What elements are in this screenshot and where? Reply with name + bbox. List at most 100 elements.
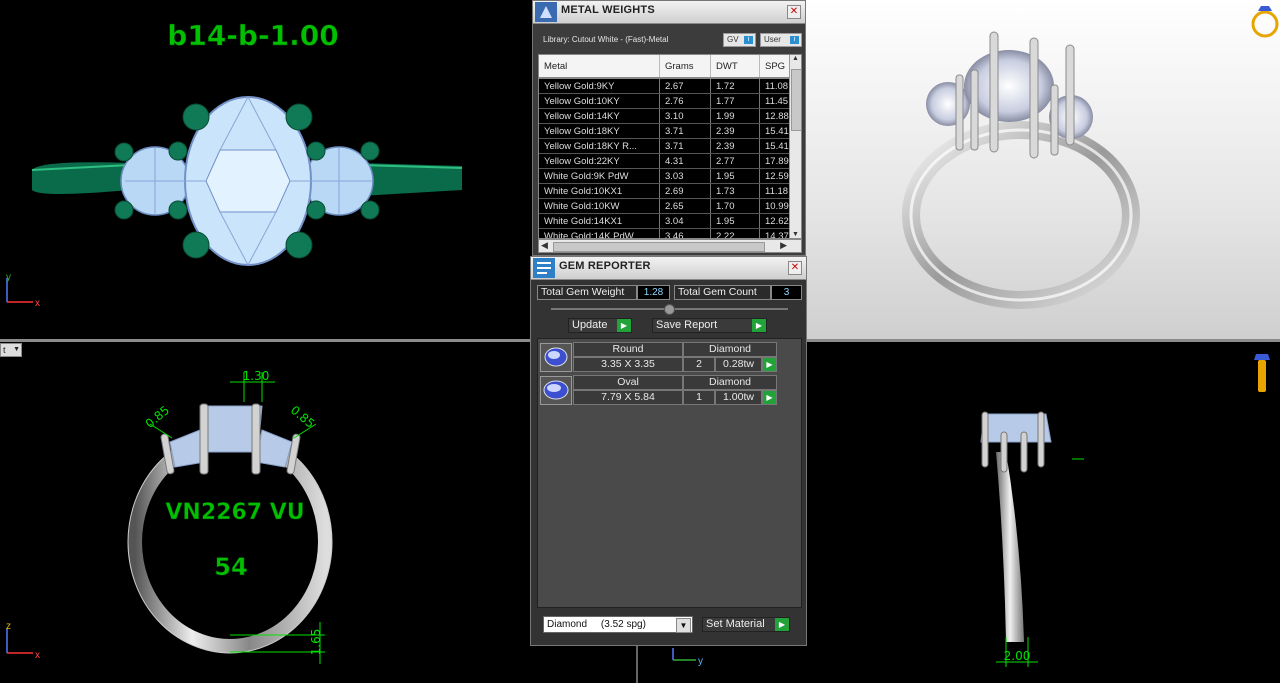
table-cell: 1.73 <box>710 183 760 199</box>
table-cell: White Gold:14K PdW <box>539 228 660 238</box>
table-cell: 2.77 <box>710 153 760 169</box>
table-cell: White Gold:14KX1 <box>539 213 660 229</box>
table-row[interactable]: Yellow Gold:18KY R... 3.71 2.39 15.41 <box>539 138 801 154</box>
table-cell: 3.71 <box>659 138 711 154</box>
svg-text:y: y <box>698 656 703 667</box>
column-header[interactable]: DWT <box>710 55 760 79</box>
round-gem-icon <box>540 343 572 372</box>
table-cell: Yellow Gold:18KY R... <box>539 138 660 154</box>
table-row[interactable]: Yellow Gold:10KY 2.76 1.77 11.45 <box>539 93 801 109</box>
gv-toggle[interactable]: GV i <box>723 33 756 47</box>
table-cell: 1.99 <box>710 108 760 124</box>
total-gem-weight-label: Total Gem Weight <box>537 285 637 300</box>
ring-size-text: 54 <box>214 553 247 581</box>
svg-text:z: z <box>6 621 11 632</box>
play-icon: ▶ <box>617 319 631 332</box>
metal-weights-panel: METAL WEIGHTS ✕ Library: Cutout White - … <box>532 0 806 256</box>
table-row[interactable]: White Gold:10KW 2.65 1.70 10.99 <box>539 198 801 214</box>
svg-text:x: x <box>35 298 40 309</box>
column-header[interactable]: Grams <box>659 55 711 79</box>
table-cell: Yellow Gold:22KY <box>539 153 660 169</box>
set-material-button[interactable]: Set Material ▶ <box>702 617 790 632</box>
gem-size: 3.35 X 3.35 <box>573 357 683 372</box>
table-cell: 2.65 <box>659 198 711 214</box>
close-icon[interactable]: ✕ <box>787 5 801 19</box>
table-cell: 2.69 <box>659 183 711 199</box>
table-cell: Yellow Gold:10KY <box>539 93 660 109</box>
splitter-handle[interactable] <box>664 304 675 315</box>
gem-select-button[interactable]: ▶ <box>762 390 777 405</box>
table-vertical-scrollbar[interactable]: ▲ ▼ <box>789 55 801 238</box>
dim-bottom-thickness: 1.65 <box>309 629 323 656</box>
table-cell: White Gold:10KX1 <box>539 183 660 199</box>
play-icon: ▶ <box>752 319 766 332</box>
gem-count: 1 <box>683 390 715 405</box>
close-icon[interactable]: ✕ <box>788 261 802 275</box>
table-cell: 2.67 <box>659 78 711 94</box>
table-cell: 2.39 <box>710 123 760 139</box>
ring-icon-side <box>1254 354 1270 392</box>
update-button[interactable]: Update ▶ <box>568 318 632 333</box>
front-viewport[interactable]: VN2267 VU 54 1.30 0.85 0.85 1.65 z x t ▼ <box>0 342 532 683</box>
gem-row-oval[interactable]: Oval 7.79 X 5.84 Diamond 1 1.00tw ▶ <box>540 375 780 407</box>
gem-count: 2 <box>683 357 715 372</box>
material-select[interactable]: Diamond (3.52 spg) ▼ <box>543 616 693 633</box>
table-row[interactable]: White Gold:14K PdW 3.46 2.22 14.37 <box>539 228 801 238</box>
table-cell: 3.04 <box>659 213 711 229</box>
table-cell: 2.76 <box>659 93 711 109</box>
table-cell: White Gold:10KW <box>539 198 660 214</box>
column-header[interactable]: Metal <box>539 55 660 79</box>
gem-row-round[interactable]: Round 3.35 X 3.35 Diamond 2 0.28tw ▶ <box>540 342 780 374</box>
gem-weight: 1.00tw <box>715 390 762 405</box>
table-row[interactable]: Yellow Gold:9KY 2.67 1.72 11.08 <box>539 78 801 94</box>
ring-icon-persp <box>1251 6 1279 38</box>
metal-weights-titlebar[interactable]: METAL WEIGHTS ✕ <box>533 1 805 24</box>
gem-reporter-titlebar[interactable]: GEM REPORTER ✕ <box>531 257 806 280</box>
axis-gizmo-top: y x <box>6 272 40 309</box>
table-cell: 3.71 <box>659 123 711 139</box>
table-cell: 3.03 <box>659 168 711 184</box>
top-viewport[interactable]: b14-b-1.00 y x <box>0 0 532 340</box>
gem-shape: Round <box>573 342 683 357</box>
table-cell: Yellow Gold:18KY <box>539 123 660 139</box>
axis-gizmo-front: z x <box>6 621 40 661</box>
engraving-text: VN2267 VU <box>165 500 304 525</box>
gem-select-button[interactable]: ▶ <box>762 357 777 372</box>
total-gem-count-value: 3 <box>771 285 802 300</box>
table-row[interactable]: Yellow Gold:14KY 3.10 1.99 12.88 <box>539 108 801 124</box>
total-gem-count-label: Total Gem Count <box>674 285 771 300</box>
table-cell: 1.72 <box>710 78 760 94</box>
table-cell: Yellow Gold:14KY <box>539 108 660 124</box>
table-row[interactable]: White Gold:9K PdW 3.03 1.95 12.59 <box>539 168 801 184</box>
svg-text:y: y <box>6 272 11 283</box>
table-cell: 3.10 <box>659 108 711 124</box>
side-axis-gizmo: y <box>672 648 712 673</box>
table-row[interactable]: White Gold:10KX1 2.69 1.73 11.18 <box>539 183 801 199</box>
side-viewport[interactable]: 2.00 <box>806 342 1280 683</box>
table-row[interactable]: Yellow Gold:22KY 4.31 2.77 17.89 <box>539 153 801 169</box>
gem-list[interactable]: Round 3.35 X 3.35 Diamond 2 0.28tw ▶ Ova… <box>537 338 802 608</box>
gem-size: 7.79 X 5.84 <box>573 390 683 405</box>
table-cell: 4.31 <box>659 153 711 169</box>
user-toggle[interactable]: User i <box>760 33 802 47</box>
table-row[interactable]: White Gold:14KX1 3.04 1.95 12.62 <box>539 213 801 229</box>
save-report-button[interactable]: Save Report ▶ <box>652 318 767 333</box>
dim-left-prong: 0.85 <box>143 403 172 431</box>
metal-table[interactable]: Metal Grams DWT SPG Yellow Gold:9KY 2.67 1.72… <box>538 54 802 239</box>
top-view-drawing: b14-b-1.00 y x <box>6 19 463 309</box>
gem-material: Diamond <box>683 342 777 357</box>
gem-weight: 0.28tw <box>715 357 762 372</box>
table-cell: 1.70 <box>710 198 760 214</box>
table-cell: Yellow Gold:9KY <box>539 78 660 94</box>
table-horizontal-scrollbar[interactable]: ◀ ▶ <box>538 239 802 253</box>
perspective-ring-render <box>902 6 1279 309</box>
dim-right-prong: 0.85 <box>288 403 317 431</box>
scale-icon <box>535 2 557 22</box>
table-row[interactable]: Yellow Gold:18KY 3.71 2.39 15.41 <box>539 123 801 139</box>
viewport-menu-dropdown[interactable]: t ▼ <box>0 343 22 357</box>
table-cell: 2.22 <box>710 228 760 238</box>
table-cell: White Gold:9K PdW <box>539 168 660 184</box>
svg-text:x: x <box>35 650 40 661</box>
oval-gem-icon <box>540 376 572 405</box>
perspective-viewport[interactable] <box>806 0 1280 340</box>
